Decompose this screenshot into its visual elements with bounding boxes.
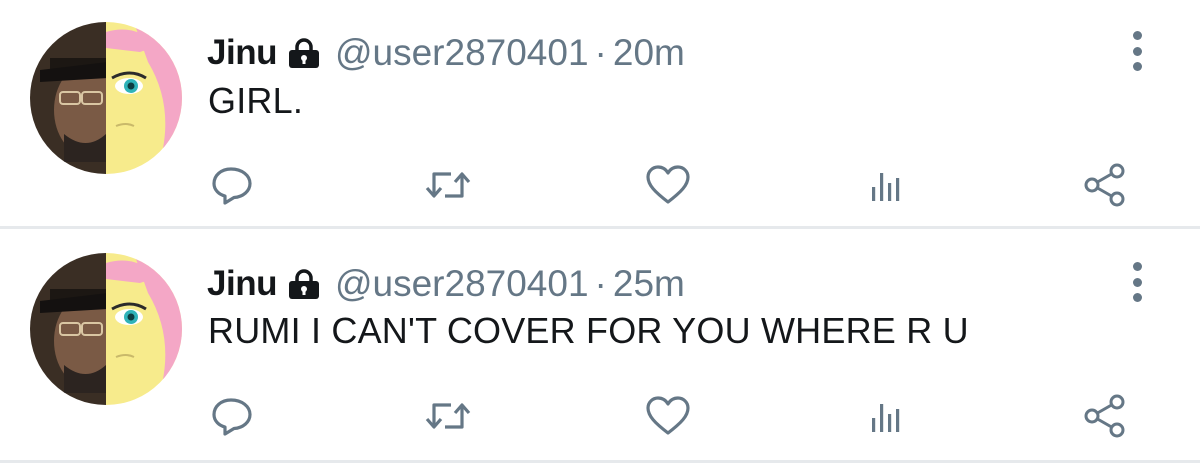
retweet-button[interactable] xyxy=(423,160,473,210)
analytics-icon xyxy=(872,173,900,201)
tweet-meta: @user2870401 · 25m xyxy=(335,263,685,305)
retweet-icon xyxy=(425,403,471,429)
display-name[interactable]: Jinu xyxy=(207,33,277,73)
handle[interactable]: @user2870401 xyxy=(335,263,589,304)
avatar-image xyxy=(30,253,182,405)
avatar-image xyxy=(30,22,182,174)
analytics-icon xyxy=(872,404,900,432)
more-vertical-icon[interactable] xyxy=(1125,31,1149,71)
avatar[interactable] xyxy=(30,22,182,174)
avatar[interactable] xyxy=(30,253,182,405)
tweet-actions xyxy=(0,160,1200,210)
like-icon xyxy=(646,396,690,435)
reply-button[interactable] xyxy=(207,160,257,210)
like-button[interactable] xyxy=(643,391,693,441)
tweet-header: Jinu @user2870401 · 20m xyxy=(207,30,685,76)
separator: · xyxy=(594,32,607,73)
share-button[interactable] xyxy=(1080,391,1130,441)
tweet-text: RUMI I CAN'T COVER FOR YOU WHERE R U xyxy=(208,310,969,351)
tweet[interactable]: Jinu @user2870401 · 20m GIRL. xyxy=(0,0,1200,229)
reply-icon xyxy=(212,167,252,205)
like-icon xyxy=(646,165,690,204)
tweet-meta: @user2870401 · 20m xyxy=(335,32,685,74)
lock-icon xyxy=(287,38,321,68)
analytics-button[interactable] xyxy=(861,391,911,441)
separator: · xyxy=(594,263,607,304)
handle[interactable]: @user2870401 xyxy=(335,32,589,73)
tweet-header: Jinu @user2870401 · 25m xyxy=(207,261,685,307)
share-button[interactable] xyxy=(1080,160,1130,210)
display-name[interactable]: Jinu xyxy=(207,264,277,304)
reply-button[interactable] xyxy=(207,391,257,441)
retweet-icon xyxy=(425,172,471,198)
share-icon xyxy=(1084,163,1125,207)
like-button[interactable] xyxy=(643,160,693,210)
lock-icon xyxy=(287,269,321,299)
more-vertical-icon[interactable] xyxy=(1125,262,1149,302)
timestamp[interactable]: 20m xyxy=(613,32,685,73)
tweet-actions xyxy=(0,391,1200,441)
share-icon xyxy=(1084,394,1125,438)
tweet-text: GIRL. xyxy=(208,80,304,121)
reply-icon xyxy=(212,398,252,436)
retweet-button[interactable] xyxy=(423,391,473,441)
tweet[interactable]: Jinu @user2870401 · 25m RUMI I CAN'T COVER… xyxy=(0,229,1200,463)
analytics-button[interactable] xyxy=(861,160,911,210)
timestamp[interactable]: 25m xyxy=(613,263,685,304)
